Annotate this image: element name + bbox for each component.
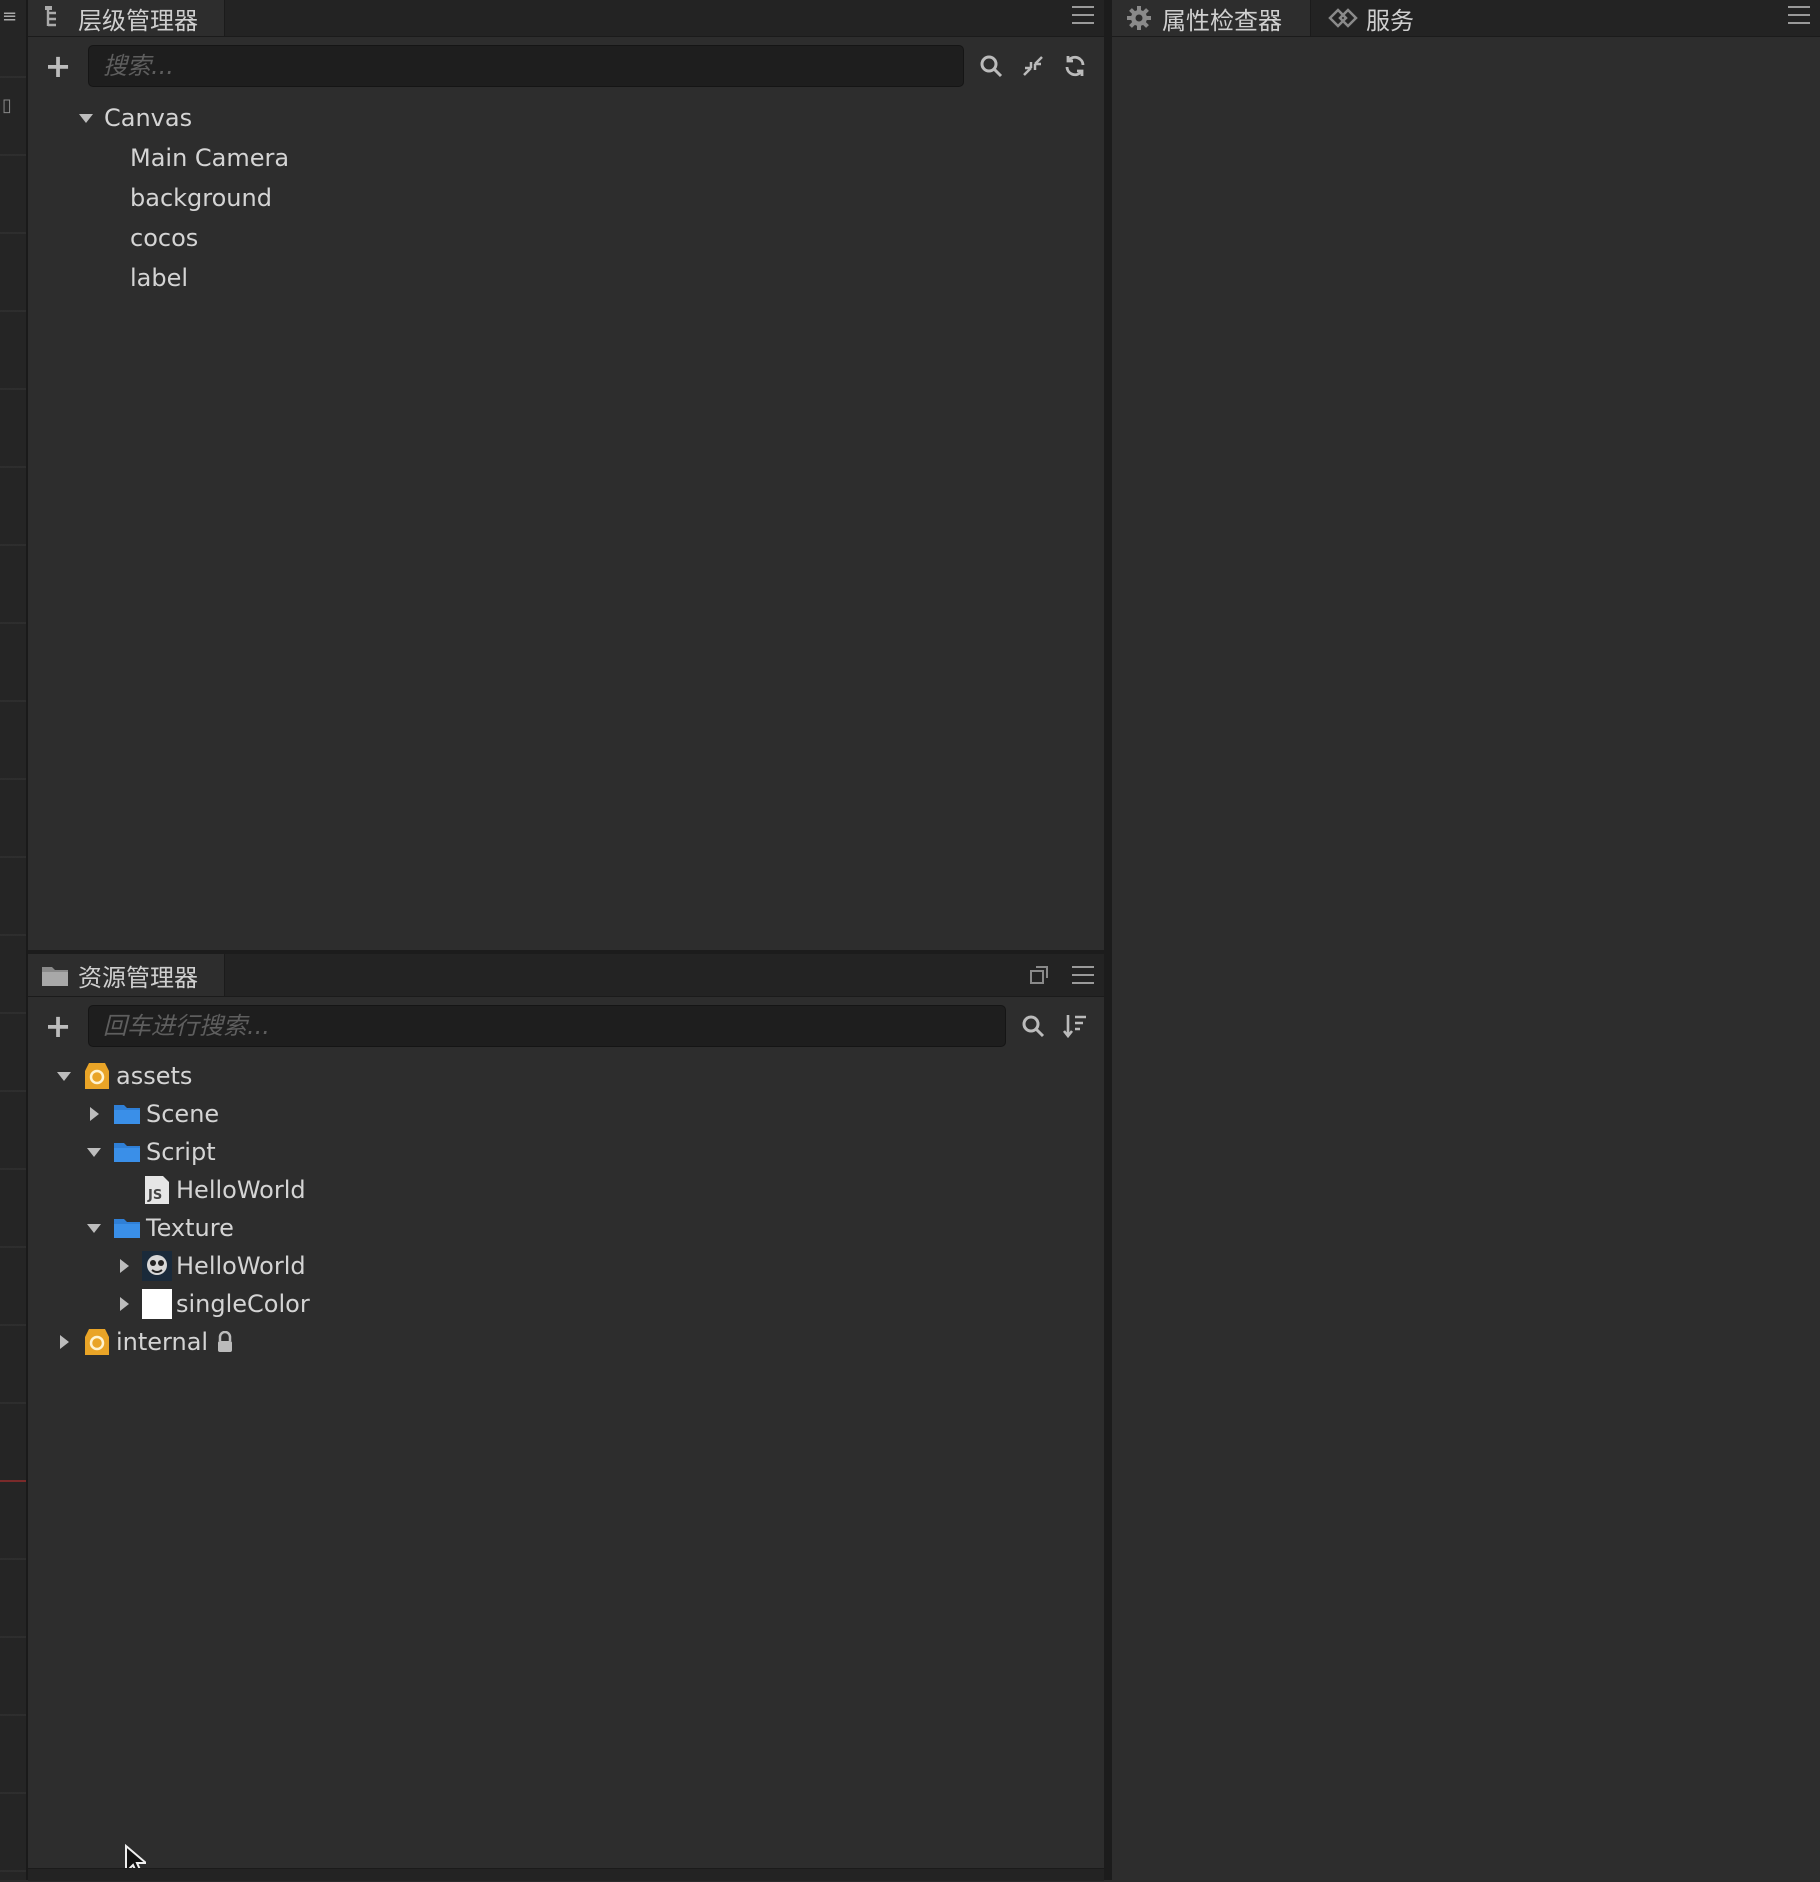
tab-inspector[interactable]: 属性检查器 (1112, 0, 1311, 36)
database-icon (82, 1061, 112, 1091)
tab-hierarchy[interactable]: 层级管理器 (28, 0, 225, 36)
tab-services-label: 服务 (1366, 6, 1414, 35)
sort-icon[interactable] (1060, 1011, 1090, 1041)
asset-label: assets (116, 1062, 193, 1090)
strip-red-mark (0, 1480, 26, 1482)
tree-node-canvas[interactable]: Canvas (76, 100, 192, 136)
strip-lines (0, 0, 26, 1880)
hierarchy-icon (40, 5, 70, 31)
expand-arrow-icon[interactable] (84, 1142, 104, 1162)
lock-icon (216, 1331, 234, 1353)
folder-icon (40, 962, 70, 988)
folder-icon (112, 1213, 142, 1243)
hierarchy-search-input[interactable] (88, 45, 964, 87)
collapse-all-icon[interactable] (1018, 51, 1048, 81)
node-label: Canvas (104, 104, 193, 132)
asset-item-helloworld-script[interactable]: JS HelloWorld (142, 1172, 306, 1208)
asset-label: singleColor (176, 1290, 310, 1318)
folder-icon (112, 1137, 142, 1167)
assets-toolbar: + (28, 998, 1104, 1054)
refresh-icon[interactable] (1060, 51, 1090, 81)
assets-menu-icon[interactable] (1072, 966, 1094, 984)
asset-item-script[interactable]: Script (84, 1134, 216, 1170)
hierarchy-menu-icon[interactable] (1072, 6, 1094, 24)
tab-inspector-label: 属性检查器 (1162, 6, 1282, 35)
left-edge-strip: ≡ ▯ (0, 0, 28, 1880)
tree-node-background[interactable]: background (130, 180, 272, 216)
asset-item-helloworld-texture[interactable]: HelloWorld (114, 1248, 306, 1284)
expand-arrow-icon[interactable] (76, 108, 96, 128)
node-label: background (130, 184, 272, 212)
database-icon (82, 1327, 112, 1357)
inspector-panel: 属性检查器 服务 (1112, 0, 1820, 1880)
hierarchy-tabbar: 层级管理器 (28, 0, 1104, 37)
folder-icon (112, 1099, 142, 1129)
search-icon[interactable] (976, 51, 1006, 81)
asset-item-internal[interactable]: internal (54, 1324, 234, 1360)
asset-item-assets[interactable]: assets (54, 1058, 192, 1094)
node-label: Main Camera (130, 144, 290, 172)
asset-label: internal (116, 1328, 209, 1356)
gear-icon (1124, 5, 1154, 31)
collapse-arrow-icon[interactable] (114, 1294, 134, 1314)
svg-text:JS: JS (147, 1188, 162, 1203)
collapse-arrow-icon[interactable] (84, 1104, 104, 1124)
search-icon[interactable] (1018, 1011, 1048, 1041)
strip-glyph: ▯ (2, 95, 12, 116)
asset-item-texture[interactable]: Texture (84, 1210, 234, 1246)
tree-node-cocos[interactable]: cocos (130, 220, 198, 256)
inspector-tabbar: 属性检查器 服务 (1112, 0, 1820, 37)
node-label: label (130, 264, 189, 292)
collapse-arrow-icon[interactable] (114, 1256, 134, 1276)
asset-item-singlecolor[interactable]: singleColor (114, 1286, 310, 1322)
tab-hierarchy-label: 层级管理器 (78, 6, 198, 35)
assets-panel: 资源管理器 + assets Scen (28, 954, 1104, 1878)
asset-label: HelloWorld (176, 1252, 306, 1280)
assets-tabbar: 资源管理器 (28, 954, 1104, 997)
asset-label: Texture (146, 1214, 234, 1242)
image-thumbnail-icon (142, 1251, 172, 1281)
expand-arrow-icon[interactable] (84, 1218, 104, 1238)
add-asset-button[interactable]: + (44, 1010, 72, 1042)
asset-label: HelloWorld (176, 1176, 306, 1204)
js-file-icon: JS (142, 1175, 172, 1205)
hierarchy-toolbar: + (28, 38, 1104, 94)
popout-icon[interactable] (1024, 960, 1054, 990)
asset-label: Scene (146, 1100, 220, 1128)
asset-item-scene[interactable]: Scene (84, 1096, 219, 1132)
white-texture-icon (142, 1289, 172, 1319)
service-icon (1328, 5, 1358, 31)
asset-label: Script (146, 1138, 216, 1166)
tab-assets[interactable]: 资源管理器 (28, 954, 225, 996)
assets-search-input[interactable] (88, 1005, 1006, 1047)
add-node-button[interactable]: + (44, 50, 72, 82)
assets-bottom-bar (28, 1868, 1104, 1881)
tree-node-main-camera[interactable]: Main Camera (130, 140, 289, 176)
tab-services[interactable]: 服务 (1316, 0, 1440, 36)
hierarchy-panel: 层级管理器 + Canvas Main Camera background co… (28, 0, 1104, 950)
node-label: cocos (130, 224, 199, 252)
menu-glyph: ≡ (2, 6, 18, 27)
expand-arrow-icon[interactable] (54, 1066, 74, 1086)
tree-node-label[interactable]: label (130, 260, 188, 296)
tab-assets-label: 资源管理器 (78, 963, 198, 992)
inspector-menu-icon[interactable] (1788, 6, 1810, 24)
collapse-arrow-icon[interactable] (54, 1332, 74, 1352)
panel-splitter-vertical[interactable] (1104, 0, 1112, 1880)
